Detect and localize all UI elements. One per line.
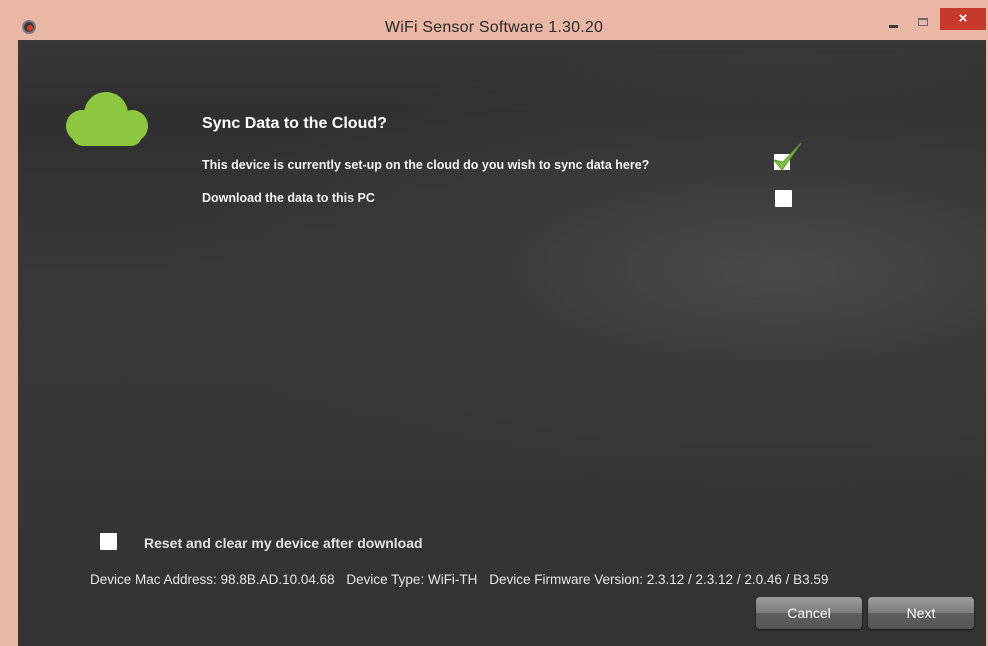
dialog-content: Sync Data to the Cloud? This device is c… [18,40,986,646]
device-info: Device Mac Address: 98.8B.AD.10.04.68 De… [90,572,836,587]
device-mac: Device Mac Address: 98.8B.AD.10.04.68 [90,572,335,587]
next-button[interactable]: Next [868,597,974,629]
minimize-icon [889,25,898,28]
device-firmware: Device Firmware Version: 2.3.12 / 2.3.12… [489,572,829,587]
cloud-icon [66,92,148,146]
maximize-icon [918,18,928,26]
reset-label: Reset and clear my device after download [144,535,423,551]
window-title: WiFi Sensor Software 1.30.20 [384,19,604,36]
checkmark-icon[interactable] [770,140,804,174]
maximize-button[interactable] [910,10,936,32]
download-checkbox[interactable] [775,190,792,207]
device-type: Device Type: WiFi-TH [346,572,478,587]
app-window: WiFi Sensor Software 1.30.20 × Sync Data… [0,0,988,646]
reset-checkbox[interactable] [100,533,117,550]
option-download-label: Download the data to this PC [202,191,375,205]
title-bar[interactable]: WiFi Sensor Software 1.30.20 × [0,0,988,40]
close-icon: × [958,10,968,27]
minimize-button[interactable] [880,10,906,32]
close-button[interactable]: × [940,8,986,30]
option-cloud-label: This device is currently set-up on the c… [202,158,650,172]
cancel-button[interactable]: Cancel [756,597,862,629]
sync-heading: Sync Data to the Cloud? [202,115,387,132]
